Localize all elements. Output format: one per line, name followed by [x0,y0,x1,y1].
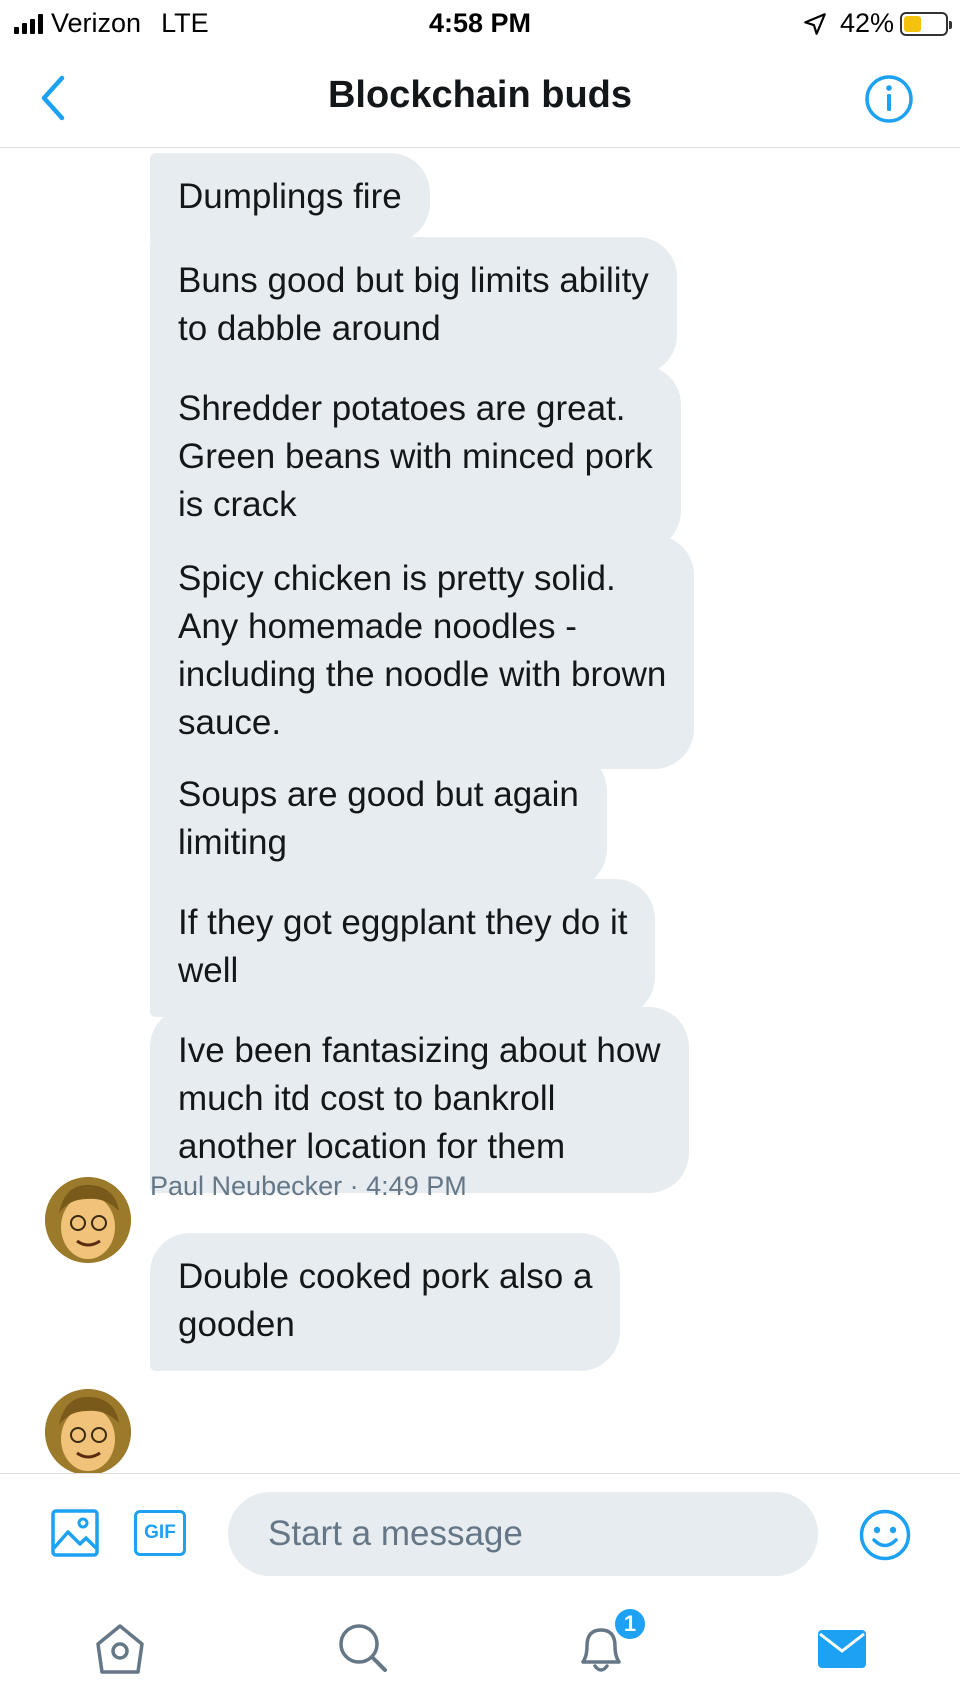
battery-percent: 42% [839,8,894,38]
message-input[interactable] [228,1492,818,1576]
image-icon [51,1509,99,1557]
status-right: 42% [802,8,952,39]
info-icon [865,75,913,123]
notification-badge: 1 [612,1606,648,1642]
message-bubble[interactable]: If they got eggplant they do it well [150,879,656,1017]
conversation-title: Blockchain buds [327,74,633,116]
battery-tip [949,20,952,29]
message-bubble[interactable]: Shredder potatoes are great. Green beans… [150,365,681,551]
message-bubble[interactable]: Spicy chicken is pretty solid. Any homem… [150,535,695,769]
tab-search[interactable] [333,1618,393,1678]
avatar[interactable] [45,1177,131,1263]
location-arrow-icon [804,12,826,35]
info-button[interactable] [864,74,914,124]
sender-name: Paul Neubecker [150,1171,343,1201]
battery-fill [904,15,921,32]
conversation-header: Blockchain buds [0,50,960,148]
message-meta: Paul Neubecker · 4:49 PM [150,1171,467,1202]
emoji-icon [859,1509,911,1561]
message-bubble[interactable]: Dumplings fire [150,153,430,243]
gif-button[interactable]: GIF [134,1510,186,1556]
search-icon [339,1624,387,1672]
message-bubble[interactable]: Ive been fantasizing about how much itd … [150,1007,689,1193]
add-photo-button[interactable] [50,1508,100,1558]
status-bar: Verizon LTE 4:58 PM 42% [0,0,960,50]
message-bubble[interactable]: Double cooked pork also a gooden [150,1233,621,1371]
message-bubble[interactable]: Soups are good but again limiting [150,751,607,889]
avatar-face-icon [45,1177,131,1263]
meta-separator: · [349,1171,359,1201]
home-icon [96,1624,144,1674]
message-time: 4:49 PM [366,1171,467,1201]
message-bubble[interactable]: Buns good but big limits ability to dabb… [150,237,677,375]
battery-icon [900,11,952,36]
envelope-icon [818,1630,866,1668]
avatar-face-icon [45,1389,131,1473]
emoji-button[interactable] [858,1508,912,1562]
bell-icon [581,1628,621,1672]
message-list[interactable]: Dumplings fire Buns good but big limits … [0,149,960,1473]
tab-messages[interactable] [812,1618,872,1678]
tab-home[interactable] [90,1618,150,1678]
message-composer: GIF [0,1473,960,1590]
avatar[interactable] [45,1389,131,1473]
tab-bar: 1 [0,1590,960,1707]
